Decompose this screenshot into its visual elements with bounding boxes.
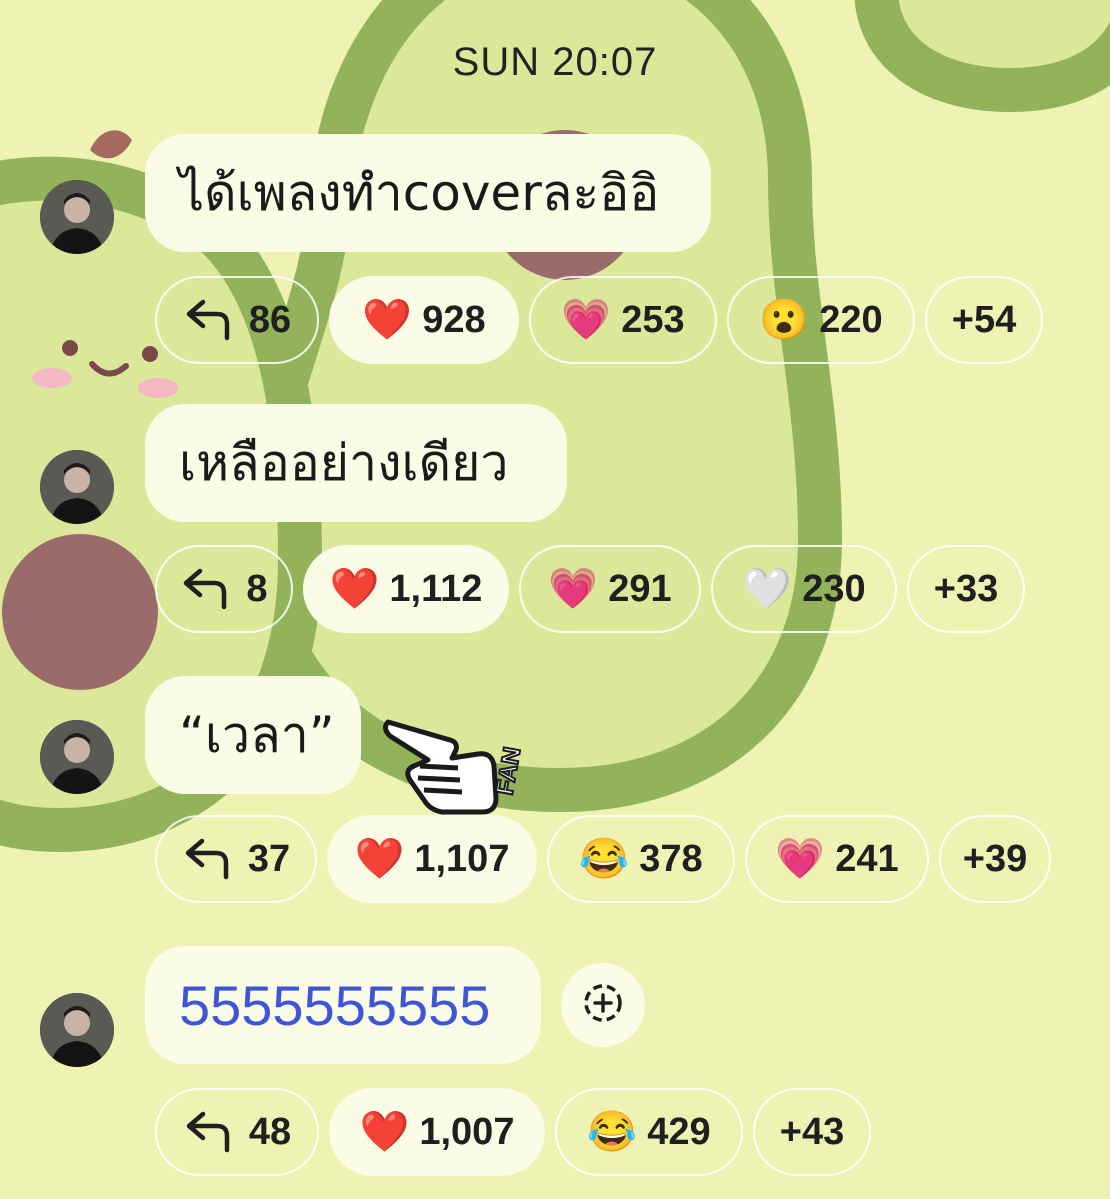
message-text: เหลืออย่างเดียว	[179, 433, 509, 492]
red-heart-icon: ❤️	[362, 298, 413, 342]
reaction-pill[interactable]: 🤍 230	[711, 545, 897, 633]
more-reactions-button[interactable]: +39	[939, 815, 1051, 903]
growing-heart-icon: 💗	[775, 837, 826, 881]
avatar[interactable]	[40, 180, 114, 254]
reaction-count: 241	[835, 837, 899, 880]
pointing-hand-sticker: FAN	[380, 700, 540, 830]
avatar[interactable]	[40, 450, 114, 524]
red-heart-icon: ❤️	[354, 837, 405, 881]
reaction-count: 1,007	[419, 1110, 515, 1153]
reply-count-button[interactable]: 37	[155, 815, 317, 903]
white-heart-icon: 🤍	[742, 567, 793, 611]
reaction-count: 429	[647, 1110, 711, 1153]
reaction-count: 1,112	[389, 567, 483, 610]
tears-of-joy-icon: 😂	[579, 837, 630, 881]
reaction-bar: 86 ❤️ 928 💗 253 😮 220 +54	[155, 276, 1043, 364]
reply-count: 86	[248, 298, 292, 341]
reply-count: 8	[246, 567, 268, 610]
reaction-count: 928	[422, 298, 486, 341]
add-reaction-icon	[581, 981, 625, 1029]
reaction-bar: 8 ❤️ 1,112 💗 291 🤍 230 +33	[155, 545, 1025, 633]
message-bubble[interactable]: เหลืออย่างเดียว	[145, 404, 567, 522]
reaction-pill[interactable]: ❤️ 928	[329, 276, 519, 364]
reply-count-button[interactable]: 48	[155, 1088, 319, 1176]
more-reactions-count: +43	[779, 1110, 845, 1153]
more-reactions-count: +39	[962, 837, 1028, 880]
message-bubble[interactable]: ได้เพลงทำcoverละอิอิ	[145, 134, 711, 252]
message-text: ได้เพลงทำcoverละอิอิ	[179, 163, 660, 222]
more-reactions-button[interactable]: +54	[925, 276, 1043, 364]
reaction-pill[interactable]: ❤️ 1,112	[303, 545, 509, 633]
reaction-pill[interactable]: 💗 291	[519, 545, 701, 633]
reaction-pill[interactable]: ❤️ 1,007	[329, 1088, 545, 1176]
avatar[interactable]	[40, 720, 114, 794]
reply-count: 37	[247, 837, 291, 880]
growing-heart-icon: 💗	[548, 567, 599, 611]
reaction-pill[interactable]: 💗 241	[745, 815, 929, 903]
reaction-count: 230	[802, 567, 866, 610]
add-reaction-button[interactable]	[561, 963, 645, 1047]
reply-count-button[interactable]: 86	[155, 276, 319, 364]
more-reactions-count: +33	[933, 567, 999, 610]
growing-heart-icon: 💗	[561, 298, 612, 342]
tears-of-joy-icon: 😂	[587, 1110, 638, 1154]
reaction-bar: 37 ❤️ 1,107 😂 378 💗 241 +39	[155, 815, 1051, 903]
reply-arrow-icon	[182, 837, 238, 881]
reaction-pill[interactable]: 💗 253	[529, 276, 717, 364]
reaction-count: 291	[608, 567, 672, 610]
more-reactions-button[interactable]: +33	[907, 545, 1025, 633]
more-reactions-button[interactable]: +43	[753, 1088, 871, 1176]
message-bubble[interactable]: “เวลา”	[145, 676, 361, 794]
red-heart-icon: ❤️	[359, 1110, 410, 1154]
reaction-count: 1,107	[414, 837, 510, 880]
more-reactions-count: +54	[951, 298, 1017, 341]
reply-arrow-icon	[183, 298, 239, 342]
avatar[interactable]	[40, 993, 114, 1067]
message-bubble[interactable]: 5555555555	[145, 946, 541, 1064]
reaction-pill[interactable]: 😂 378	[547, 815, 735, 903]
reaction-bar: 48 ❤️ 1,007 😂 429 +43	[155, 1088, 871, 1176]
reaction-count: 253	[621, 298, 685, 341]
reaction-pill[interactable]: 😮 220	[727, 276, 915, 364]
message-text: “เวลา”	[179, 705, 335, 764]
reply-arrow-icon	[180, 567, 236, 611]
reaction-pill[interactable]: 😂 429	[555, 1088, 743, 1176]
sticker-text: FAN	[491, 745, 526, 797]
reply-arrow-icon	[183, 1110, 239, 1154]
red-heart-icon: ❤️	[329, 567, 380, 611]
message-link-text[interactable]: 5555555555	[179, 973, 490, 1038]
reaction-count: 220	[819, 298, 883, 341]
timestamp: SUN 20:07	[452, 40, 658, 84]
surprised-face-icon: 😮	[759, 298, 810, 342]
reaction-count: 378	[639, 837, 703, 880]
reply-count-button[interactable]: 8	[155, 545, 293, 633]
reply-count: 48	[248, 1110, 292, 1153]
